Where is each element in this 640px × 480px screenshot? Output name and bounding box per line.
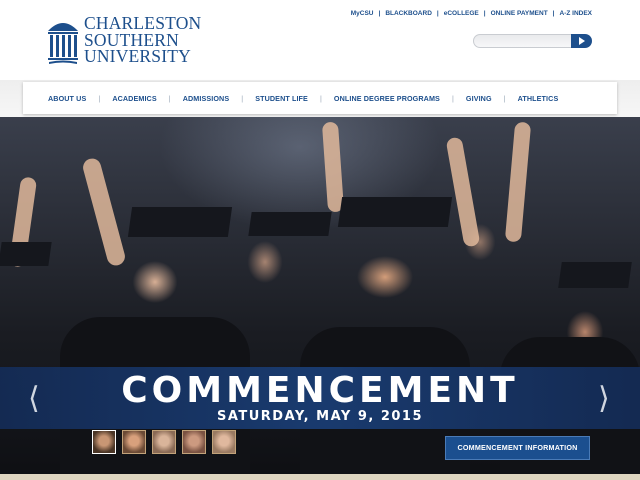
nav-separator: | [168, 93, 171, 103]
utility-nav: MyCSU | BLACKBOARD | eCOLLEGE | ONLINE PAYMENT… [351, 10, 592, 17]
hero-photo-arm [504, 121, 532, 243]
separator: | [436, 10, 439, 17]
slide-thumbnail[interactable] [182, 430, 206, 454]
thumbnail-image [153, 431, 175, 453]
main-nav-bar: ABOUT US | ACADEMICS | ADMISSIONS | STUD… [0, 80, 640, 118]
thumbnail-image [213, 431, 235, 453]
thumbnail-image [93, 431, 115, 453]
link-mycsu[interactable]: MyCSU [351, 10, 374, 17]
nav-item-about-us[interactable]: ABOUT US [48, 94, 86, 103]
hero-slideshow: COMMENCEMENT SATURDAY, MAY 9, 2015 ⟨ ⟩ C… [0, 117, 640, 480]
hero-photo-arm [81, 156, 127, 268]
nav-separator: | [241, 93, 244, 103]
search-box [473, 34, 592, 48]
university-name: CHARLESTON SOUTHERN UNIVERSITY [84, 15, 201, 65]
separator: | [552, 10, 555, 17]
chevron-left-icon[interactable]: ⟨ [28, 381, 44, 417]
hero-subtitle: SATURDAY, MAY 9, 2015 [216, 409, 424, 424]
nav-item-athletics[interactable]: ATHLETICS [518, 94, 559, 103]
separator: | [483, 10, 486, 17]
chevron-right-icon[interactable]: ⟩ [598, 381, 614, 417]
university-logo[interactable]: CHARLESTON SOUTHERN UNIVERSITY [47, 15, 201, 67]
page: CHARLESTON SOUTHERN UNIVERSITY MyCSU | BLA… [0, 0, 640, 480]
site-header: CHARLESTON SOUTHERN UNIVERSITY MyCSU | BLA… [0, 0, 640, 83]
nav-separator: | [451, 93, 454, 103]
arrow-right-icon [579, 37, 585, 45]
commencement-information-button[interactable]: COMMENCEMENT INFORMATION [445, 436, 590, 460]
slide-thumbnails [92, 430, 242, 456]
slide-thumbnail[interactable] [92, 430, 116, 454]
thumbnail-image [123, 431, 145, 453]
link-ecollege[interactable]: eCOLLEGE [444, 10, 479, 17]
hero-photo-arm [445, 136, 481, 248]
hero-photo-cap [558, 262, 632, 288]
nav-item-academics[interactable]: ACADEMICS [112, 94, 156, 103]
logo-line-3: UNIVERSITY [84, 46, 191, 66]
link-az-index[interactable]: A-Z INDEX [560, 10, 593, 17]
nav-item-student-life[interactable]: STUDENT LIFE [255, 94, 308, 103]
hero-photo-cap [127, 207, 233, 237]
columns-logo-icon [48, 23, 78, 64]
separator: | [378, 10, 381, 17]
link-blackboard[interactable]: BLACKBOARD [385, 10, 432, 17]
search-button[interactable] [571, 34, 592, 48]
nav-separator: | [503, 93, 506, 103]
nav-separator: | [98, 93, 101, 103]
slide-thumbnail[interactable] [212, 430, 236, 454]
hero-photo-cap [0, 242, 52, 266]
nav-item-giving[interactable]: GIVING [466, 94, 492, 103]
slide-thumbnail[interactable] [152, 430, 176, 454]
slide-thumbnail[interactable] [122, 430, 146, 454]
nav-item-online-degree-programs[interactable]: ONLINE DEGREE PROGRAMS [334, 94, 440, 103]
hero-photo-cap [248, 212, 332, 236]
nav-separator: | [319, 93, 322, 103]
hero-title: COMMENCEMENT [121, 370, 519, 411]
hero-banner: COMMENCEMENT SATURDAY, MAY 9, 2015 [0, 367, 640, 429]
hero-photo-cap [337, 197, 453, 227]
main-nav: ABOUT US | ACADEMICS | ADMISSIONS | STUD… [23, 82, 617, 114]
link-online-payment[interactable]: ONLINE PAYMENT [491, 10, 548, 17]
thumbnail-image [183, 431, 205, 453]
search-input[interactable] [473, 34, 573, 48]
nav-item-admissions[interactable]: ADMISSIONS [183, 94, 230, 103]
footer-strip [0, 474, 640, 480]
